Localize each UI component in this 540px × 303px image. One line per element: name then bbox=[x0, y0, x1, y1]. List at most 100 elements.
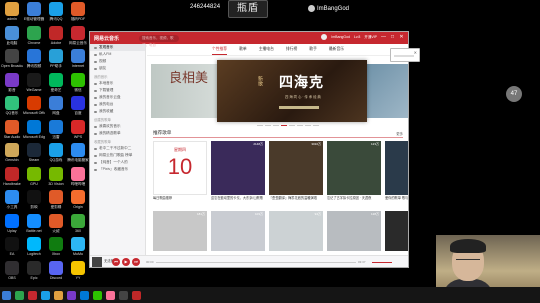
carousel-dot[interactable] bbox=[289, 125, 295, 126]
taskbar-app-icon[interactable] bbox=[28, 290, 37, 300]
sidebar-item[interactable]: 发现音乐 bbox=[90, 44, 145, 51]
desktop-icon[interactable]: Logitech bbox=[23, 237, 45, 256]
desktop-icon[interactable]: Genshin bbox=[1, 143, 23, 162]
sidebar-item[interactable]: 网易云热门歌曲 榜单 bbox=[90, 152, 145, 159]
desktop-icon[interactable]: Battle.net bbox=[23, 213, 45, 233]
desktop-icon[interactable]: Star Audio bbox=[1, 119, 23, 139]
desktop-icon[interactable]: WPS bbox=[67, 119, 89, 139]
taskbar-app-icon[interactable] bbox=[41, 290, 50, 300]
desktop-icon[interactable]: QQ游戏 bbox=[45, 143, 67, 162]
desktop-icon[interactable]: OBS bbox=[1, 260, 23, 280]
desktop-icon[interactable]: 腾讯视频 bbox=[23, 49, 45, 68]
play-button[interactable]: ▶ bbox=[122, 258, 130, 266]
banner-center[interactable]: 新歌 四海克 四 海 同 心 · 传 承 经 典 bbox=[217, 60, 367, 122]
taskbar-app-icon[interactable] bbox=[106, 290, 115, 300]
prev-button[interactable]: ⏮ bbox=[112, 258, 120, 266]
vip-link[interactable]: 开通VIP bbox=[364, 35, 377, 40]
playlist-cover[interactable]: 123万 bbox=[327, 141, 381, 195]
desktop-icon[interactable]: Origin bbox=[67, 190, 89, 209]
banner-carousel[interactable]: 良相美 新歌 四海克 四 海 同 心 · 传 承 经 典 bbox=[147, 60, 408, 122]
avatar[interactable] bbox=[321, 34, 328, 40]
desktop-icon[interactable]: Xbox bbox=[45, 237, 67, 256]
playlist-card[interactable]: 3010万 『歪歪翻译』梅墨花眉的温暖演唱 bbox=[269, 141, 323, 204]
sidebar-item[interactable]: 我的收藏 bbox=[90, 108, 145, 115]
desktop-icon[interactable]: 迅雷 bbox=[45, 119, 67, 139]
taskbar-app-icon[interactable] bbox=[93, 290, 102, 300]
playlist-card[interactable]: 181万 bbox=[153, 211, 207, 251]
more-link[interactable]: 更多 bbox=[396, 131, 403, 136]
maximize-button[interactable]: □ bbox=[390, 34, 395, 40]
taskbar-app-icon[interactable] bbox=[15, 290, 24, 300]
desktop-icon[interactable]: Chrome bbox=[23, 25, 45, 45]
playlist-cover[interactable]: 5988万 bbox=[385, 141, 408, 195]
tab-item[interactable]: 歌单 bbox=[239, 45, 247, 54]
desktop-icon[interactable]: admin bbox=[1, 2, 23, 21]
playlist-card[interactable]: 1185万 bbox=[385, 211, 408, 251]
taskbar-app-icon[interactable] bbox=[2, 290, 11, 300]
desktop-icon[interactable]: 网盘 bbox=[45, 96, 67, 115]
playlist-card[interactable]: 94万 bbox=[269, 211, 323, 251]
desktop-icon[interactable]: 爱剪辑 bbox=[45, 190, 67, 209]
tab-item[interactable]: 主播电台 bbox=[259, 45, 274, 54]
desktop-icon[interactable]: Epic bbox=[23, 260, 45, 280]
playlist-cover[interactable]: 94万 bbox=[269, 211, 323, 251]
volume-slider[interactable] bbox=[372, 262, 392, 263]
taskbar-app-icon[interactable] bbox=[67, 290, 76, 300]
sidebar-item[interactable]: 本地音乐 bbox=[90, 80, 145, 87]
desktop-icon[interactable]: 哔哩哔哩 bbox=[67, 166, 89, 186]
desktop-icon[interactable]: 腾讯电脑管家 bbox=[67, 143, 89, 162]
carousel-dot[interactable] bbox=[265, 125, 271, 126]
playlist-cover[interactable]: 103万 bbox=[211, 211, 265, 251]
desktop-icon[interactable]: 剪映 bbox=[23, 190, 45, 209]
cpu-badge[interactable]: 47 bbox=[506, 86, 522, 102]
sidebar-item[interactable]: 我的电台 bbox=[90, 101, 145, 108]
desktop-icon[interactable]: 网易云音乐 bbox=[67, 25, 89, 45]
tab-item[interactable]: 歌手 bbox=[309, 45, 317, 54]
desktop-icon[interactable]: MuMu bbox=[67, 237, 89, 256]
search-input[interactable]: 搜索音乐，视频，歌词，电台 bbox=[139, 34, 180, 47]
playlist-cover[interactable]: 1185万 bbox=[385, 211, 408, 251]
playlist-card[interactable]: 128万 bbox=[327, 211, 381, 251]
desktop-icon[interactable]: 腾讯QQ bbox=[45, 2, 67, 21]
desktop-icon[interactable]: 百度 bbox=[67, 96, 89, 115]
taskbar-app-icon[interactable] bbox=[80, 290, 89, 300]
user-name[interactable]: ImBangGod bbox=[331, 35, 350, 39]
carousel-dot[interactable] bbox=[273, 125, 279, 126]
playlist-cover[interactable]: 128万 bbox=[327, 211, 381, 251]
tab-item[interactable]: 个性推荐 bbox=[211, 45, 228, 55]
carousel-dots[interactable] bbox=[257, 125, 319, 126]
desktop-icon[interactable]: YY bbox=[67, 260, 89, 280]
taskbar-app-icon[interactable] bbox=[119, 290, 128, 300]
playlist-card[interactable]: 5988万爱你的歌单 歌与不同的情绪 bbox=[385, 141, 408, 204]
sidebar-item[interactable]: 视频 bbox=[90, 58, 145, 65]
desktop-icon[interactable]: GPU bbox=[23, 166, 45, 186]
carousel-dot[interactable] bbox=[257, 125, 263, 126]
sidebar-item[interactable]: 我喜欢的音乐 bbox=[90, 123, 145, 130]
sidebar-item[interactable]: 朋友 bbox=[90, 65, 145, 72]
taskbar-app-icon[interactable] bbox=[54, 290, 63, 300]
album-thumb[interactable] bbox=[92, 257, 102, 267]
desktop-icon[interactable]: 福昕PDF bbox=[67, 2, 89, 21]
desktop-icon[interactable]: PP助手 bbox=[45, 49, 67, 68]
desktop-icon[interactable]: 爱奇艺 bbox=[45, 72, 67, 92]
playlist-card[interactable]: 103万 bbox=[211, 211, 265, 251]
playlist-card[interactable]: 星期四 10 每日歌曲推荐 bbox=[153, 141, 207, 204]
desktop-icon[interactable]: 360 bbox=[67, 213, 89, 233]
sidebar-item[interactable]: 我的精选歌单 bbox=[90, 130, 145, 137]
progress-slider[interactable] bbox=[156, 262, 356, 263]
desktop-icon[interactable]: 火绒 bbox=[45, 213, 67, 233]
playlist-card[interactable]: 2148万 遗忘在鼓动里的卡戈，大东京/山歌歌 bbox=[211, 141, 265, 204]
playlist-card[interactable]: 123万 忘记了古字拟卡拉原因 · 天涯夜 bbox=[327, 141, 381, 204]
sidebar-item[interactable]: 老中二干不过新中二 bbox=[90, 145, 145, 152]
taskbar-app-icon[interactable] bbox=[132, 290, 141, 300]
desktop-icon[interactable]: Microsoft Edge bbox=[23, 119, 45, 139]
desktop-icon[interactable]: 小工具 bbox=[1, 190, 23, 209]
desktop-icon[interactable]: 微信 bbox=[67, 72, 89, 92]
desktop-icon[interactable]: E驱动管理器 bbox=[23, 2, 45, 21]
desktop-icon[interactable]: Open Broadcaster bbox=[1, 49, 23, 68]
desktop-icon[interactable]: 此电脑 bbox=[1, 25, 23, 45]
tab-item[interactable]: 排行榜 bbox=[286, 45, 297, 54]
daily-calendar[interactable]: 星期四 10 bbox=[153, 141, 207, 195]
desktop-icon[interactable]: Handbrake bbox=[1, 166, 23, 186]
carousel-dot[interactable] bbox=[297, 125, 303, 126]
